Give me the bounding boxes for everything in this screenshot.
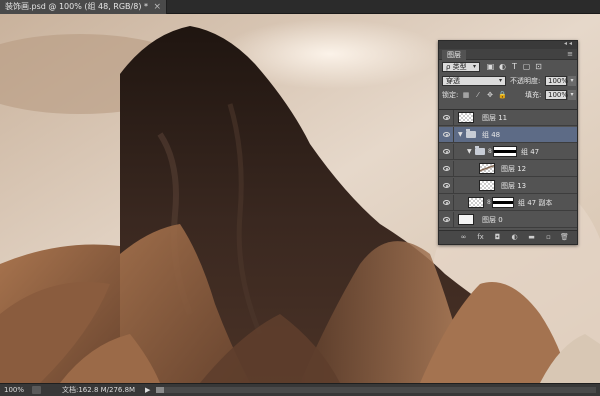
layer-name[interactable]: 图层 0 [482,212,503,228]
adjustment-filter-icon[interactable]: ◐ [498,62,507,71]
opacity-label: 不透明度: [510,77,541,85]
layer-thumbnail [479,180,495,191]
document-size: 文档:162.8 M/276.8M [62,386,136,394]
blend-mode-value: 穿透 [446,77,460,85]
photoshop-window: 装饰画.psd @ 100% (组 48, RGB/8) * × 100% 文档… [0,0,600,396]
lock-row: 锁定: ▦ ⁄ ✥ 🔒 填充: 100% ▾ [439,88,577,102]
divider [453,195,454,211]
layer-mask-thumbnail [493,146,517,157]
text-filter-icon[interactable]: T [510,62,519,71]
fill-slider-icon[interactable]: ▾ [568,90,576,100]
mask-icon[interactable]: ◘ [493,233,502,242]
chevron-down-icon: ▾ [498,77,502,84]
layer-thumbnail [458,112,474,123]
divider [453,161,454,177]
document-tab-title: 装饰画.psd @ 100% (组 48, RGB/8) * [5,2,148,11]
layer-name[interactable]: 组 47 [521,144,539,160]
divider [453,110,454,126]
new-layer-icon[interactable]: ▫ [544,233,553,242]
divider [453,127,454,143]
chevron-down-icon: ▾ [472,63,476,70]
scrollbar-thumb[interactable] [156,387,164,393]
link-icon[interactable]: ∞ [459,233,468,242]
lock-brush-icon[interactable]: ⁄ [474,91,482,99]
layer-thumbnail [468,197,484,208]
zoom-preview-icon[interactable] [32,386,41,394]
layer-name[interactable]: 图层 12 [501,161,526,177]
blend-row: 穿透 ▾ 不透明度: 100% ▾ [439,74,577,88]
layer-name[interactable]: 组 48 [482,127,500,143]
filter-kind-dropdown[interactable]: ρ 类型 ▾ [442,62,480,72]
mask-link-icon[interactable]: 8 [487,198,491,207]
fill-input[interactable]: 100% [545,90,568,100]
document-tab[interactable]: 装饰画.psd @ 100% (组 48, RGB/8) * × [0,0,167,14]
divider [453,144,454,160]
filter-kind-label: ρ 类型 [446,63,467,71]
horizontal-scrollbar[interactable] [156,387,596,393]
opacity-slider-icon[interactable]: ▾ [568,76,576,86]
divider [453,178,454,194]
layer-row-selected[interactable]: ▼ 组 48 [439,127,577,143]
layer-mask-thumbnail [492,197,514,208]
status-bar: 100% 文档:162.8 M/276.8M ▶ [0,383,600,396]
mask-link-icon[interactable]: 8 [488,147,492,156]
lock-label: 锁定: [442,91,459,99]
layers-panel: ◂◂ 图层 ≡ ρ 类型 ▾ ▣ ◐ T ▢ ⊡ 穿透 ▾ 不透明度: 100%… [438,40,578,245]
visibility-eye-icon[interactable] [443,166,450,171]
folder-icon [475,146,485,155]
panel-collapse-icon[interactable]: ◂◂ [564,40,574,47]
layers-list[interactable]: 图层 11 ▼ 组 48 ▼ 8 组 47 图层 12 图层 13 8 组 47… [439,109,577,231]
trash-icon[interactable]: 🗑 [560,233,569,242]
filter-row: ρ 类型 ▾ ▣ ◐ T ▢ ⊡ [439,60,577,74]
visibility-eye-icon[interactable] [443,132,450,137]
blend-mode-dropdown[interactable]: 穿透 ▾ [442,76,506,86]
status-menu-arrow-icon[interactable]: ▶ [145,384,150,396]
visibility-eye-icon[interactable] [443,149,450,154]
layer-row[interactable]: 图层 0 [439,212,577,228]
visibility-eye-icon[interactable] [443,115,450,120]
document-close-icon[interactable]: × [153,0,161,14]
folder-icon[interactable]: ▬ [527,233,536,242]
layer-row[interactable]: 图层 13 [439,178,577,194]
layer-thumbnail [458,214,474,225]
lock-position-icon[interactable]: ✥ [486,91,494,99]
layer-row[interactable]: ▼ 8 组 47 [439,144,577,160]
panel-tab-row: 图层 ≡ [439,49,577,60]
layer-row[interactable]: 图层 12 [439,161,577,177]
layer-name[interactable]: 图层 11 [482,110,507,126]
panel-header: ◂◂ [439,40,577,49]
lock-transparent-icon[interactable]: ▦ [462,91,470,99]
layer-name[interactable]: 图层 13 [501,178,526,194]
layer-name[interactable]: 组 47 副本 [518,195,552,211]
adjustment-icon[interactable]: ◐ [510,233,519,242]
document-tab-bar: 装饰画.psd @ 100% (组 48, RGB/8) * × [0,0,600,14]
fill-label: 填充: [525,91,542,99]
lock-all-icon[interactable]: 🔒 [498,91,507,99]
zoom-level[interactable]: 100% [4,384,24,396]
visibility-eye-icon[interactable] [443,183,450,188]
shape-filter-icon[interactable]: ▢ [522,62,531,71]
layer-row[interactable]: 图层 11 [439,110,577,126]
layer-row[interactable]: 8 组 47 副本 [439,195,577,211]
layer-thumbnail [479,163,495,174]
panel-menu-icon[interactable]: ≡ [567,49,573,60]
image-filter-icon[interactable]: ▣ [486,62,495,71]
visibility-eye-icon[interactable] [443,200,450,205]
tab-layers[interactable]: 图层 [442,50,466,60]
smart-object-filter-icon[interactable]: ⊡ [534,62,543,71]
fx-icon[interactable]: fx [476,233,485,242]
panel-bottom-bar: ∞ fx ◘ ◐ ▬ ▫ 🗑 [439,230,577,244]
divider [453,212,454,228]
visibility-eye-icon[interactable] [443,217,450,222]
folder-icon [466,129,476,138]
expand-triangle-icon[interactable]: ▼ [458,130,464,139]
opacity-input[interactable]: 100% [545,76,568,86]
expand-triangle-icon[interactable]: ▼ [467,147,473,156]
